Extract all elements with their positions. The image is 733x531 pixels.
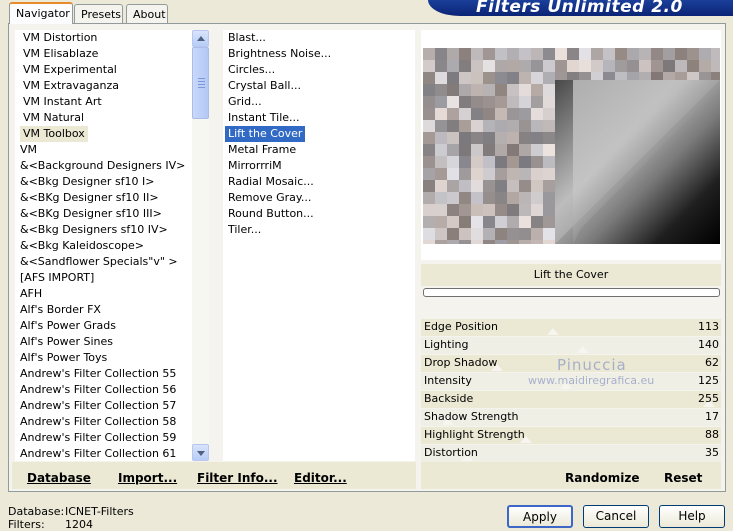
category-item[interactable]: &<Sandflower Specials"v" >	[17, 254, 181, 270]
filter-item[interactable]: Lift the Cover	[225, 126, 306, 142]
param-slider[interactable]: Backside 255	[421, 391, 721, 408]
param-slider[interactable]: Edge Position 113	[421, 319, 721, 336]
tab-navigator[interactable]: Navigator	[9, 2, 73, 24]
param-name: Drop Shadow	[424, 356, 498, 369]
filter-info-button[interactable]: Filter Info...	[197, 471, 278, 485]
category-item[interactable]: Andrew's Filter Collection 56	[17, 382, 179, 398]
category-list[interactable]: VM Distortion VM Elisablaze VM Experimenta…	[15, 30, 192, 461]
lift-cover-curl	[555, 80, 720, 244]
category-item[interactable]: &<Bkg Kaleidoscope>	[17, 238, 147, 254]
category-item[interactable]: &<BKg Designer sf10 II>	[17, 190, 162, 206]
category-item[interactable]: Alf's Power Grads	[17, 318, 119, 334]
filter-item[interactable]: Metal Frame	[225, 142, 299, 158]
param-value: 125	[698, 374, 719, 387]
param-value: 255	[698, 392, 719, 405]
editor-button[interactable]: Editor...	[294, 471, 347, 485]
scroll-down-button[interactable]	[192, 444, 209, 461]
watermark-name: Pinuccia	[557, 356, 627, 374]
chevron-up-icon	[197, 36, 205, 41]
category-item[interactable]: &<Bkg Designer sf10 I>	[17, 174, 158, 190]
randomize-button[interactable]: Randomize	[565, 471, 639, 485]
filter-item[interactable]: Blast...	[225, 30, 269, 46]
category-item[interactable]: &<BKg Designer sf10 III>	[17, 206, 165, 222]
apply-button[interactable]: Apply	[507, 505, 573, 528]
cancel-button[interactable]: Cancel	[583, 505, 649, 528]
param-name: Backside	[424, 392, 474, 405]
filter-item[interactable]: Instant Tile...	[225, 110, 303, 126]
banner-title: Filters Unlimited 2.0	[476, 0, 683, 16]
category-item[interactable]: Alf's Power Toys	[17, 350, 110, 366]
category-item[interactable]: VM Extravaganza	[20, 78, 122, 94]
category-item[interactable]: VM Elisablaze	[20, 46, 101, 62]
filter-item[interactable]: Circles...	[225, 62, 278, 78]
filter-item[interactable]: Brightness Noise...	[225, 46, 334, 62]
param-slider[interactable]: Distortion 35	[421, 445, 721, 462]
category-item[interactable]: VM Distortion	[20, 30, 100, 46]
param-name: Highlight Strength	[424, 428, 525, 441]
filter-item[interactable]: Radial Mosaic...	[225, 174, 317, 190]
import-button[interactable]: Import...	[118, 471, 177, 485]
filter-item[interactable]: MirrorrriM	[225, 158, 285, 174]
param-name: Edge Position	[424, 320, 499, 333]
filter-title: Lift the Cover	[533, 268, 609, 281]
category-item[interactable]: [AFS IMPORT]	[17, 270, 97, 286]
scroll-up-button[interactable]	[192, 30, 209, 47]
tab-presets[interactable]: Presets	[74, 4, 123, 24]
param-name: Distortion	[424, 446, 478, 459]
param-slider[interactable]: Shadow Strength 17	[421, 409, 721, 426]
param-value: 17	[705, 410, 719, 423]
param-slider[interactable]: Highlight Strength 88	[421, 427, 721, 444]
category-item[interactable]: VM	[17, 142, 40, 158]
category-item[interactable]: Alf's Power Sines	[17, 334, 116, 350]
category-item[interactable]: Andrew's Filter Collection 61	[17, 446, 179, 462]
param-slider[interactable]: Lighting 140	[421, 337, 721, 354]
category-item[interactable]: Andrew's Filter Collection 58	[17, 414, 179, 430]
status-database-value: ICNET-Filters	[65, 505, 134, 518]
param-value: 140	[698, 338, 719, 351]
scroll-thumb[interactable]	[192, 47, 209, 119]
filter-item[interactable]: Round Button...	[225, 206, 317, 222]
param-value: 35	[705, 446, 719, 459]
category-item[interactable]: VM Toolbox	[20, 126, 88, 142]
category-item[interactable]: Andrew's Filter Collection 59	[17, 430, 179, 446]
param-value: 62	[705, 356, 719, 369]
slider-tick-icon	[577, 346, 589, 353]
category-item[interactable]: VM Natural	[20, 110, 87, 126]
category-item[interactable]: Alf's Border FX	[17, 302, 104, 318]
preview-image	[423, 48, 720, 244]
slider-tick-icon	[547, 328, 559, 335]
category-item[interactable]: VM Instant Art	[20, 94, 105, 110]
reset-button[interactable]: Reset	[664, 471, 702, 485]
param-name: Lighting	[424, 338, 469, 351]
param-name: Shadow Strength	[424, 410, 519, 423]
database-button[interactable]: Database	[27, 471, 91, 485]
help-button[interactable]: Help	[659, 505, 725, 528]
filter-item[interactable]: Grid...	[225, 94, 265, 110]
param-name: Intensity	[424, 374, 472, 387]
tab-about[interactable]: About	[126, 4, 168, 24]
category-scrollbar[interactable]	[192, 30, 209, 461]
category-item[interactable]: Andrew's Filter Collection 57	[17, 398, 179, 414]
filter-list[interactable]: Blast... Brightness Noise... Circles... Cry…	[223, 30, 415, 461]
filter-item[interactable]: Tiler...	[225, 222, 264, 238]
category-item[interactable]: &<Bkg Designers sf10 IV>	[17, 222, 171, 238]
param-value: 113	[698, 320, 719, 333]
watermark-url: www.maidiregrafica.eu	[528, 374, 655, 387]
app-banner: Filters Unlimited 2.0	[428, 0, 733, 16]
filter-item[interactable]: Remove Gray...	[225, 190, 314, 206]
category-item[interactable]: AFH	[17, 286, 45, 302]
status-filters-value: 1204	[65, 518, 93, 531]
progress-bar	[423, 288, 720, 297]
status-filters-label: Filters:	[8, 518, 45, 531]
filter-item[interactable]: Crystal Ball...	[225, 78, 304, 94]
param-value: 88	[705, 428, 719, 441]
category-item[interactable]: VM Experimental	[20, 62, 120, 78]
category-item[interactable]: Andrew's Filter Collection 55	[17, 366, 179, 382]
status-database-label: Database:	[8, 505, 65, 518]
chevron-down-icon	[197, 451, 205, 456]
category-item[interactable]: &<Background Designers IV>	[17, 158, 188, 174]
